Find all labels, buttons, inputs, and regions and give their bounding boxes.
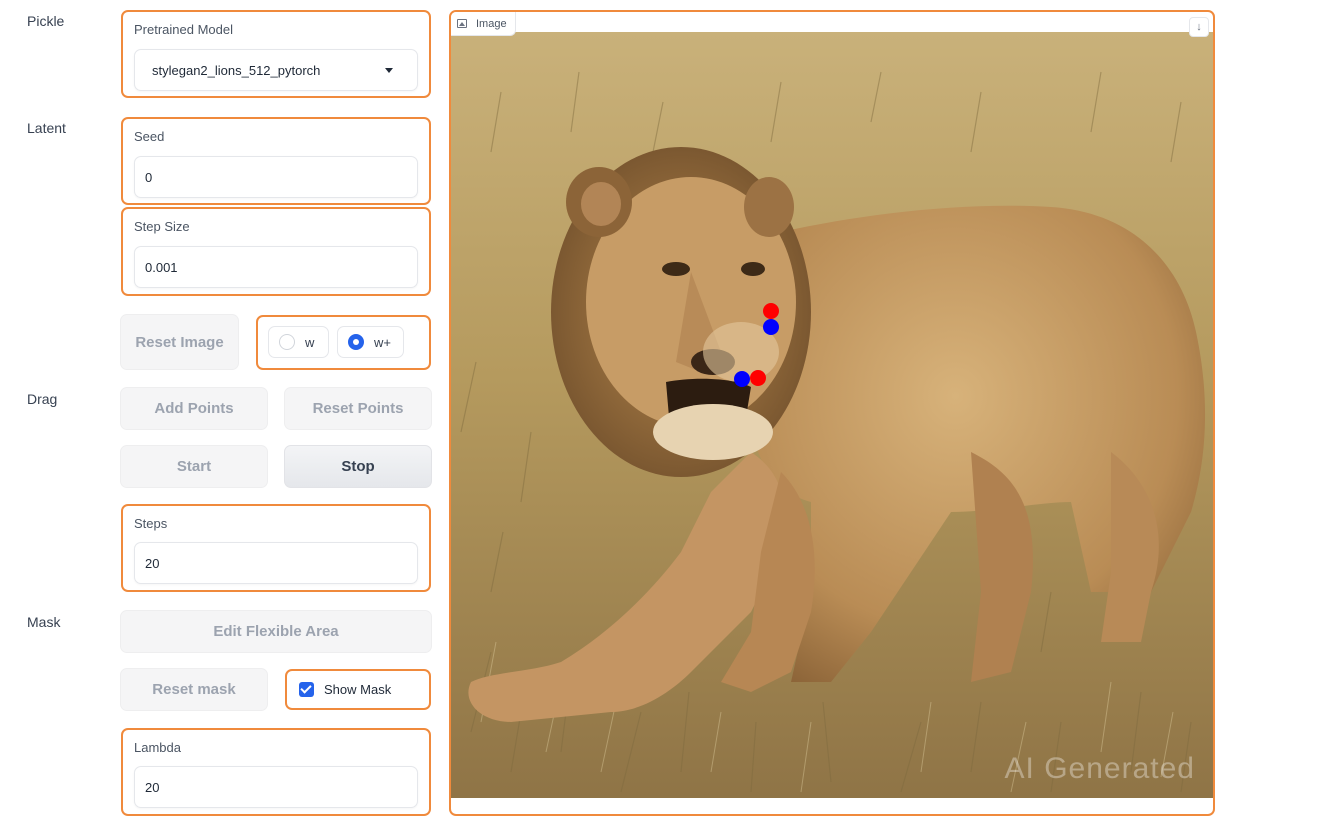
stop-button[interactable]: Stop (284, 445, 432, 488)
start-button[interactable]: Start (120, 445, 268, 488)
steps-block: Steps 20 (121, 504, 431, 592)
section-label-mask: Mask (27, 614, 61, 630)
seed-label: Seed (134, 129, 165, 144)
radio-option-w[interactable]: w (268, 326, 329, 358)
radio-circle-w-plus (348, 334, 364, 350)
radio-option-w-plus[interactable]: w+ (337, 326, 404, 358)
lambda-label: Lambda (134, 740, 181, 755)
image-label: Image (476, 17, 507, 30)
steps-input[interactable]: 20 (134, 542, 418, 584)
pretrained-model-block: Pretrained Model stylegan2_lions_512_pyt… (121, 10, 431, 98)
pretrained-model-value: stylegan2_lions_512_pytorch (152, 62, 321, 78)
section-label-pickle: Pickle (27, 13, 65, 29)
reset-points-button[interactable]: Reset Points (284, 387, 432, 430)
ai-generated-watermark: AI Generated (1004, 752, 1195, 785)
dropdown-caret-icon (385, 68, 393, 73)
seed-block: Seed 0 (121, 117, 431, 205)
image-panel: Image ↓ AI Generated (449, 10, 1215, 816)
image-icon (457, 19, 467, 28)
step-size-input[interactable]: 0.001 (134, 246, 418, 288)
target-point[interactable] (763, 319, 779, 335)
target-point[interactable] (734, 371, 750, 387)
show-mask-checkbox[interactable] (299, 682, 314, 697)
handle-point[interactable] (763, 303, 779, 319)
radio-label-w-plus: w+ (374, 334, 391, 350)
edit-flexible-area-button[interactable]: Edit Flexible Area (120, 610, 432, 653)
radio-circle-w (279, 334, 295, 350)
latent-space-radio-group: w w+ (256, 315, 431, 370)
step-size-label: Step Size (134, 219, 190, 234)
pretrained-model-dropdown[interactable]: stylegan2_lions_512_pytorch (134, 49, 418, 91)
image-tab: Image (451, 12, 516, 36)
lion-photo (451, 32, 1213, 798)
download-icon[interactable]: ↓ (1189, 17, 1209, 37)
handle-point[interactable] (750, 370, 766, 386)
pretrained-model-label: Pretrained Model (134, 22, 233, 37)
seed-input[interactable]: 0 (134, 156, 418, 198)
add-points-button[interactable]: Add Points (120, 387, 268, 430)
reset-mask-button[interactable]: Reset mask (120, 668, 268, 711)
step-size-block: Step Size 0.001 (121, 207, 431, 296)
lion-image-canvas[interactable]: AI Generated (451, 32, 1213, 798)
reset-image-button[interactable]: Reset Image (120, 314, 239, 370)
show-mask-checkbox-block[interactable]: Show Mask (285, 669, 431, 710)
lambda-block: Lambda 20 (121, 728, 431, 816)
radio-label-w: w (305, 334, 315, 350)
lambda-input[interactable]: 20 (134, 766, 418, 808)
section-label-drag: Drag (27, 391, 58, 407)
section-label-latent: Latent (27, 120, 66, 136)
show-mask-label: Show Mask (324, 682, 392, 697)
steps-label: Steps (134, 516, 168, 531)
